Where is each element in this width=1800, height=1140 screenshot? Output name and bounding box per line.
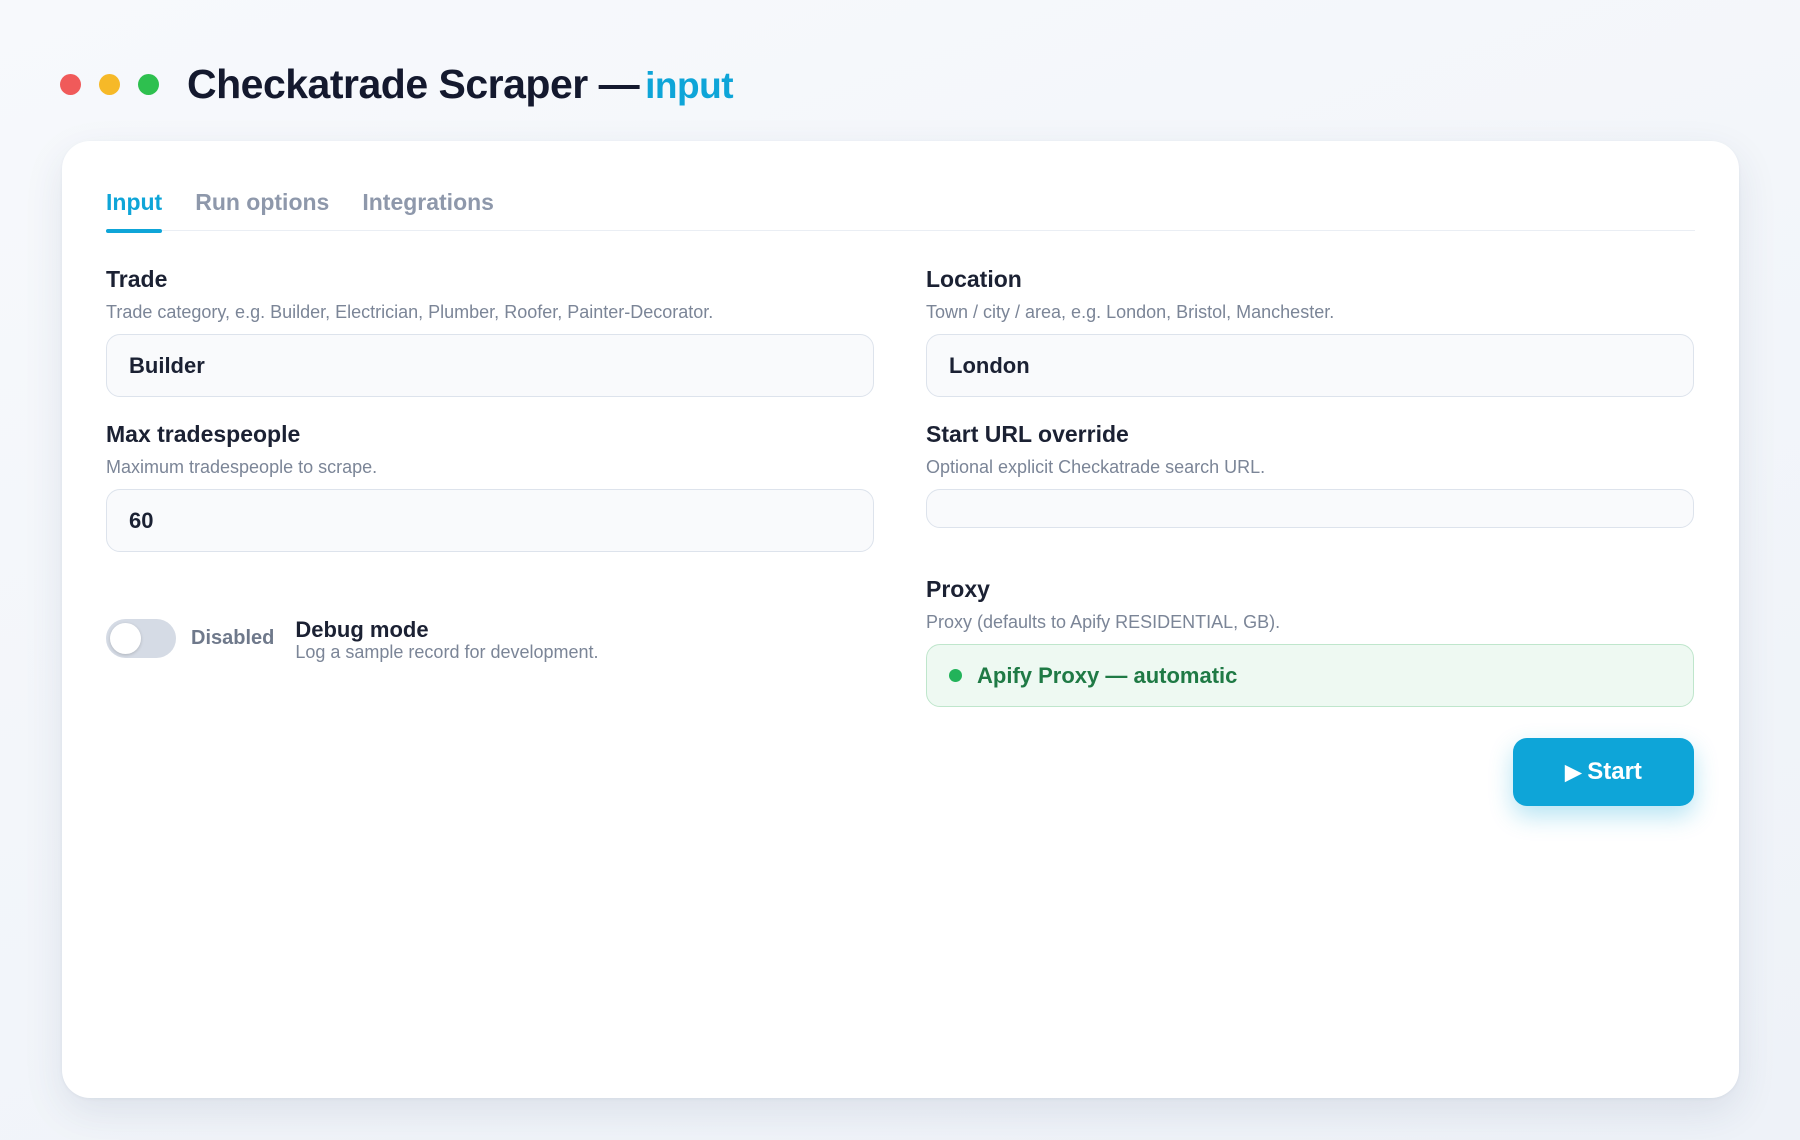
trade-input[interactable]: Builder [106,334,874,397]
max-tradespeople-label: Max tradespeople [106,421,301,447]
proxy-value: Apify Proxy — automatic [977,662,1238,688]
proxy-help: Proxy (defaults to Apify RESIDENTIAL, GB… [926,612,1281,632]
proxy-field-group: Proxy Proxy (defaults to Apify RESIDENTI… [926,576,1694,707]
debug-help: Log a sample record for development. [295,642,599,662]
title-bar: Checkatrade Scraper — input [60,58,734,110]
start-url-help: Optional explicit Checkatrade search URL… [926,457,1266,477]
debug-title: Debug mode [295,617,429,642]
debug-toggle[interactable] [106,619,176,658]
minimize-window-button[interactable] [99,73,120,95]
play-icon: ▶ [1565,760,1582,784]
proxy-label: Proxy [926,576,990,602]
location-field-group: Location Town / city / area, e.g. London… [926,266,1694,397]
debug-state-label: Disabled [191,627,275,649]
maximize-window-button[interactable] [138,73,159,95]
trade-help: Trade category, e.g. Builder, Electricia… [106,302,714,322]
start-button-label: Start [1587,758,1642,785]
status-dot-icon [949,669,962,682]
location-help: Town / city / area, e.g. London, Bristol… [926,302,1335,322]
start-url-label: Start URL override [926,421,1129,447]
debug-text: Debug mode Log a sample record for devel… [295,617,599,663]
max-tradespeople-input[interactable]: 60 [106,489,874,552]
tab-integrations[interactable]: Integrations [362,169,494,230]
tab-run-options[interactable]: Run options [195,169,329,230]
location-input[interactable]: London [926,334,1694,397]
page-title: Checkatrade Scraper — input [187,60,734,108]
close-window-button[interactable] [60,73,81,95]
tab-input[interactable]: Input [106,169,163,233]
debug-row: Disabled Debug mode Log a sample record … [106,615,599,662]
toggle-knob [110,623,141,654]
page-title-text: Checkatrade Scraper — [187,60,640,107]
start-url-input[interactable] [926,489,1694,528]
page-title-accent: input [645,64,734,106]
max-tradespeople-help: Maximum tradespeople to scrape. [106,457,378,477]
start-button[interactable]: ▶ Start [1513,738,1694,806]
start-url-field-group: Start URL override Optional explicit Che… [926,421,1694,528]
location-label: Location [926,266,1022,292]
proxy-selector[interactable]: Apify Proxy — automatic [926,644,1694,707]
max-tradespeople-field-group: Max tradespeople Maximum tradespeople to… [106,421,874,552]
tab-bar: Input Run options Integrations [106,169,1695,233]
trade-label: Trade [106,266,168,292]
input-card: Input Run options Integrations Trade Tra… [62,141,1739,1098]
trade-field-group: Trade Trade category, e.g. Builder, Elec… [106,266,874,397]
